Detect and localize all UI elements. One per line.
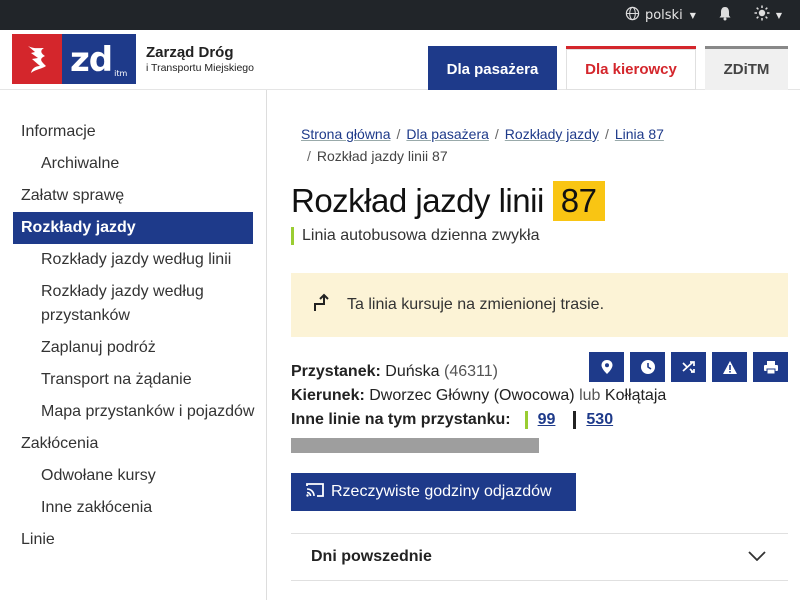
chevron-down-icon: ▼ (689, 10, 696, 20)
top-utility-bar: polski ▼ ▼ (0, 0, 800, 30)
page-title: Rozkład jazdy linii 87 (291, 181, 788, 221)
chevron-down-icon (748, 548, 766, 566)
tab-driver[interactable]: Dla kierowcy (566, 46, 696, 90)
realtime-departures-button[interactable]: Rzeczywiste godziny odjazdów (291, 473, 576, 511)
map-pin-icon (601, 360, 612, 374)
sidebar: Informacje Archiwalne Załatw sprawę Rozk… (0, 90, 267, 600)
clock-icon (640, 360, 655, 374)
other-line-link[interactable]: 99 (524, 411, 555, 429)
sidebar-item-zalatw-sprawe[interactable]: Załatw sprawę (0, 180, 266, 212)
sidebar-item-rozklady-wedlug-linii[interactable]: Rozkłady jazdy według linii (0, 244, 266, 276)
direction-label: Kierunek: (291, 387, 365, 404)
logo-zd: zd itm (62, 34, 136, 84)
sidebar-item-zaplanuj-podroz[interactable]: Zaplanuj podróż (0, 332, 266, 364)
notifications-button[interactable] (718, 6, 732, 25)
printer-icon (763, 360, 778, 374)
logo-zd-text: zd (70, 40, 113, 80)
stop-name: Duńska (385, 363, 440, 380)
breadcrumb-separator: / (396, 126, 401, 142)
sidebar-item-zaklocenia[interactable]: Zakłócenia (0, 428, 266, 460)
language-selector[interactable]: polski ▼ (625, 6, 696, 25)
line-number-badge: 87 (552, 181, 605, 221)
bell-icon (718, 6, 732, 25)
sidebar-item-rozklady-wedlug-przystankow[interactable]: Rozkłady jazdy według przystanków (0, 276, 266, 332)
globe-icon (625, 6, 640, 25)
logo-itm-text: itm (114, 69, 128, 78)
breadcrumb-current: Rozkład jazdy linii 87 (316, 148, 448, 164)
other-lines-label: Inne linie na tym przystanku: (291, 411, 511, 428)
site-header: zd itm Zarząd Dróg i Transportu Miejskie… (0, 30, 800, 90)
stop-code: (46311) (443, 363, 498, 380)
direction-row: Kierunek: Dworzec Główny (Owocowa) lub K… (291, 384, 788, 408)
sidebar-item-archiwalne[interactable]: Archiwalne (0, 148, 266, 180)
direction-main: Dworzec Główny (Owocowa) (369, 387, 575, 404)
breadcrumb-link-timetables[interactable]: Rozkłady jazdy (505, 126, 599, 142)
print-button[interactable] (753, 352, 788, 382)
main-nav: Dla pasażera Dla kierowcy ZDiTM (428, 46, 788, 90)
direction-or: lub (579, 387, 601, 404)
alerts-button[interactable] (712, 352, 747, 382)
breadcrumb-separator: / (494, 126, 499, 142)
logo-wordmark: Zarząd Dróg i Transportu Miejskiego (146, 44, 254, 74)
sun-icon (754, 5, 770, 25)
sidebar-item-transport-na-zadanie[interactable]: Transport na żądanie (0, 364, 266, 396)
logo-subtitle: i Transportu Miejskiego (146, 62, 254, 74)
warning-icon (722, 360, 737, 374)
route-variants-button[interactable] (671, 352, 706, 382)
accordion-label: Dni powszednie (311, 548, 432, 565)
page-title-text: Rozkład jazdy linii (291, 182, 544, 219)
logo-emblem (12, 34, 62, 84)
accordion-weekdays[interactable]: Dni powszednie (291, 533, 788, 581)
breadcrumb-link-passenger[interactable]: Dla pasażera (406, 126, 489, 142)
notice-text: Ta linia kursuje na zmienionej trasie. (347, 296, 605, 313)
sidebar-item-odwolane-kursy[interactable]: Odwołane kursy (0, 460, 266, 492)
shuffle-icon (681, 361, 695, 373)
main-content: Strona główna / Dla pasażera / Rozkłady jazd… (267, 90, 800, 600)
clock-button[interactable] (630, 352, 665, 382)
other-lines-row: Inne linie na tym przystanku: 99 530 (291, 408, 788, 432)
map-button[interactable] (589, 352, 624, 382)
breadcrumb-separator: / (307, 148, 311, 164)
route-change-notice: Ta linia kursuje na zmienionej trasie. (291, 273, 788, 337)
breadcrumb-separator: / (604, 126, 609, 142)
sidebar-item-informacje[interactable]: Informacje (0, 116, 266, 148)
language-label: polski (644, 7, 683, 23)
logo-title: Zarząd Dróg (146, 44, 234, 61)
chevron-down-icon: ▼ (775, 10, 782, 20)
sidebar-item-linie[interactable]: Linie (0, 524, 266, 556)
stop-label: Przystanek: (291, 363, 381, 380)
realtime-departures-label: Rzeczywiste godziny odjazdów (331, 483, 552, 500)
stop-actions (589, 352, 788, 382)
theme-toggle[interactable]: ▼ (754, 5, 782, 25)
tab-passenger[interactable]: Dla pasażera (428, 46, 557, 90)
site-logo[interactable]: zd itm Zarząd Dróg i Transportu Miejskie… (12, 34, 254, 84)
cast-icon (305, 482, 325, 503)
loading-placeholder (291, 438, 539, 453)
breadcrumb: Strona główna / Dla pasażera / Rozkłady jazd… (291, 123, 788, 167)
breadcrumb-link-home[interactable]: Strona główna (301, 126, 391, 142)
stop-info: Przystanek: Duńska (46311) Kierunek: Dwo… (291, 352, 788, 453)
other-line-link[interactable]: 530 (573, 411, 613, 429)
sidebar-item-inne-zaklocenia[interactable]: Inne zakłócenia (0, 492, 266, 524)
direction-alt: Kołłątaja (604, 387, 667, 404)
sidebar-item-mapa-przystankow[interactable]: Mapa przystanków i pojazdów (0, 396, 266, 428)
line-type: Linia autobusowa dzienna zwykła (291, 227, 788, 245)
breadcrumb-link-line[interactable]: Linia 87 (615, 126, 664, 142)
detour-icon (313, 293, 333, 318)
sidebar-item-rozklady-jazdy[interactable]: Rozkłady jazdy (13, 212, 253, 244)
tab-zditm[interactable]: ZDiTM (705, 46, 788, 90)
griffin-icon (28, 46, 46, 73)
